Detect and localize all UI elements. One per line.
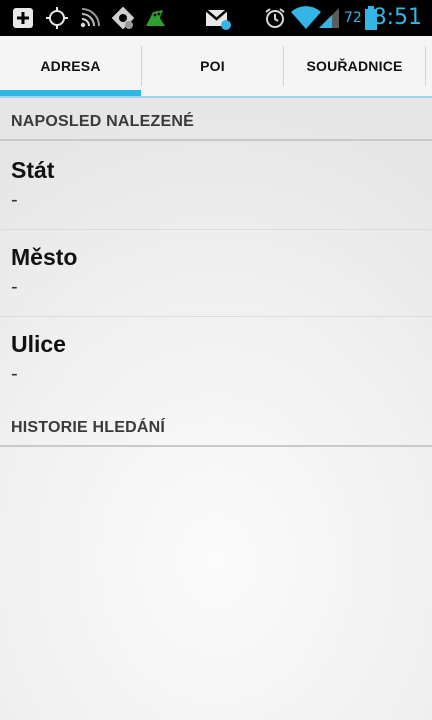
gps-icon [46, 7, 68, 29]
field-value-street: - [11, 363, 18, 385]
gmail-icon [205, 9, 231, 30]
field-value-city: - [11, 276, 18, 298]
status-bar: 72 8:51 [0, 0, 432, 36]
tab-poi[interactable]: POI [142, 36, 283, 96]
tab-bar: ADRESA POI SOUŘADNICE [0, 36, 432, 98]
field-label-city: Město [11, 244, 78, 270]
tab-souradnice[interactable]: SOUŘADNICE [284, 36, 425, 96]
divider [0, 229, 432, 230]
list-item-street[interactable]: Ulice - [0, 330, 432, 386]
section-title-recent: NAPOSLED NALEZENÉ [11, 113, 194, 130]
tab-adresa-label: ADRESA [40, 58, 101, 74]
android-debug-icon [146, 10, 165, 26]
divider [0, 316, 432, 317]
add-box-icon [13, 8, 33, 28]
tab-poi-label: POI [200, 58, 225, 74]
clock: 8:51 [372, 5, 422, 30]
settings-sync-icon [111, 6, 135, 30]
section-header-history: HISTORIE HLEDÁNÍ [0, 406, 432, 447]
field-value-country: - [11, 189, 18, 211]
field-label-country: Stát [11, 157, 55, 183]
selected-tab-indicator [0, 90, 141, 96]
tab-divider [425, 46, 426, 86]
list-item-country[interactable]: Stát - [0, 156, 432, 212]
battery-level-text: 72 [344, 10, 362, 26]
field-label-street: Ulice [11, 331, 66, 357]
section-title-history: HISTORIE HLEDÁNÍ [11, 419, 166, 436]
signal-icon [319, 8, 339, 28]
tab-souradnice-label: SOUŘADNICE [306, 58, 403, 74]
section-header-recent: NAPOSLED NALEZENÉ [0, 100, 432, 141]
nfc-icon [80, 8, 100, 28]
alarm-icon [265, 8, 285, 28]
tab-adresa[interactable]: ADRESA [0, 36, 141, 96]
list-item-city[interactable]: Město - [0, 243, 432, 299]
